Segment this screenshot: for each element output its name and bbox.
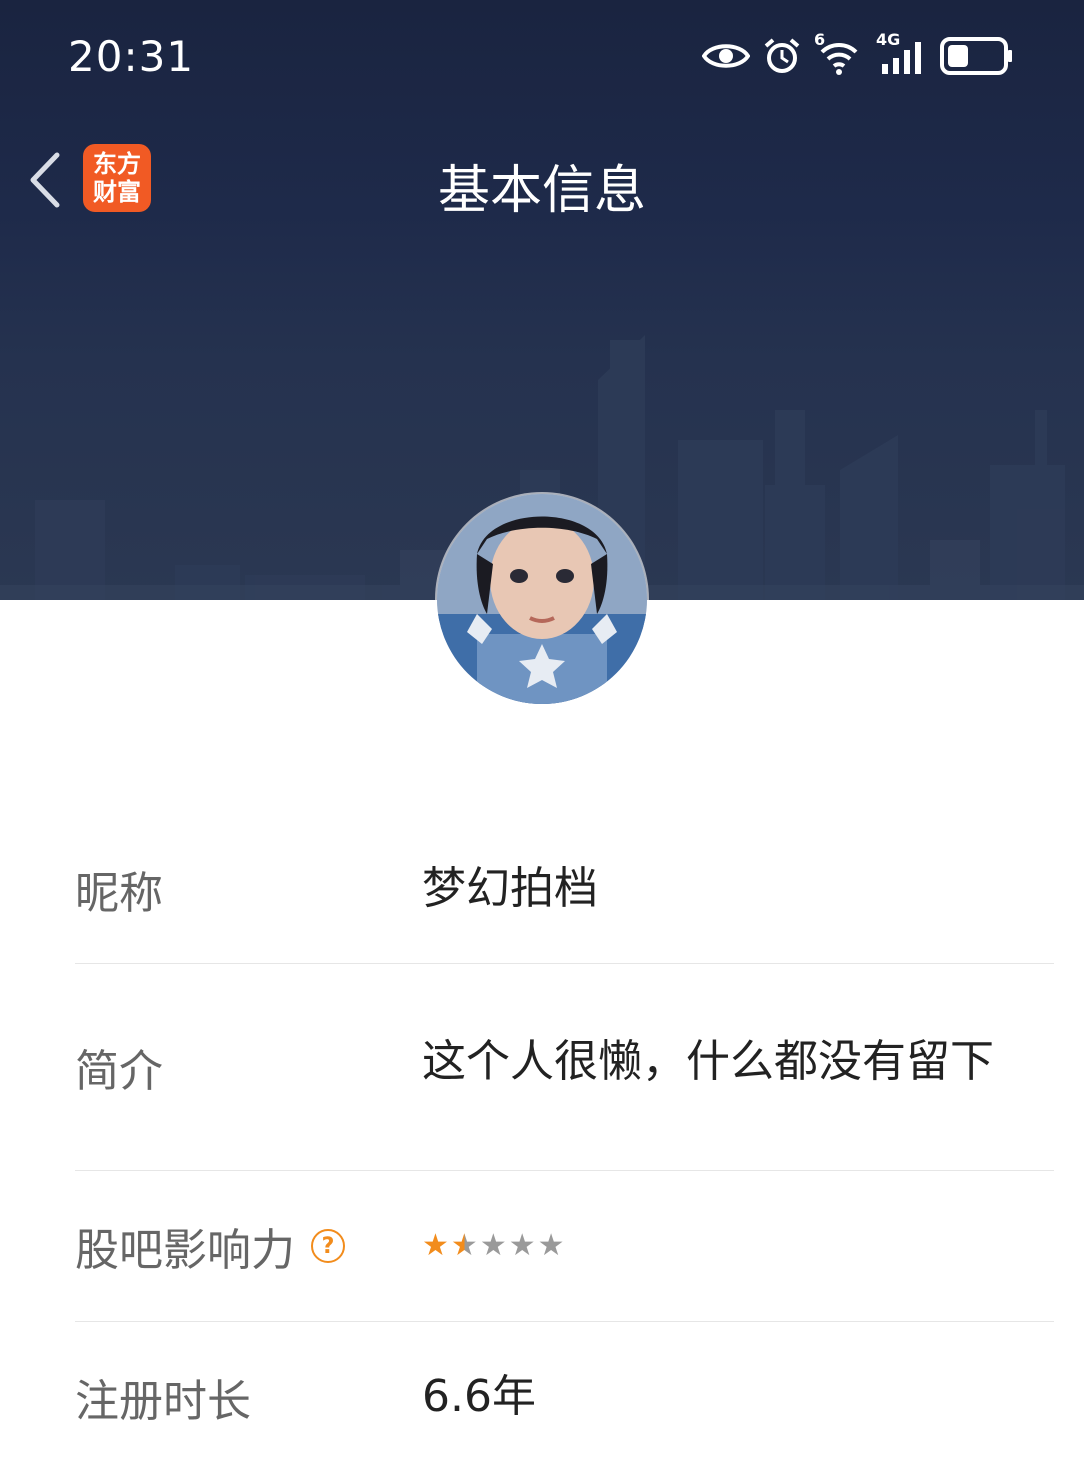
navigation-bar: 东方 财富 基本信息 [0,120,1084,240]
nickname-label: 昵称 [75,868,163,919]
wifi-indicator: 6 [814,30,864,76]
influence-rating: ★ ★ ★ ★ ★ [422,1231,1054,1261]
page-title: 基本信息 [437,161,646,221]
star-icon: ★ [508,1228,536,1263]
avatar[interactable] [437,494,647,704]
star-rating: ★ ★ ★ ★ ★ [422,1231,1054,1261]
bio-label: 简介 [75,1046,163,1097]
nickname-value: 梦幻拍档 [422,863,598,914]
star-icon: ★ [537,1228,565,1263]
influence-row: 股吧影响力 ? ★ ★ ★ ★ ★ [75,1171,1054,1322]
register-duration-label: 注册时长 [75,1376,251,1427]
bio-value: 这个人很懒，什么都没有留下 [422,1036,994,1087]
register-duration-value: 6.6年 [422,1371,536,1422]
wifi-icon [820,42,858,75]
battery-icon [940,37,1012,75]
influence-label-wrap: 股吧影响力 ? [75,1214,422,1278]
bio-row: 简介 这个人很懒，什么都没有留下 [75,964,1054,1171]
status-time: 20:31 [68,32,195,81]
star-icon: ★ [422,1228,449,1263]
status-icons: 6 4G [702,30,1014,78]
star-icon: ★ [450,1228,478,1263]
eye-icon [702,44,750,68]
influence-label: 股吧影响力 [75,1225,295,1276]
cellular-indicator: 4G [876,30,928,76]
help-icon[interactable]: ? [311,1229,345,1263]
cellular-4g-icon [882,42,921,74]
alarm-icon [764,38,800,73]
register-duration-row: 注册时长 6.6年 [75,1322,1054,1472]
avatar-image [437,494,647,704]
status-bar: 20:31 6 4G [0,0,1084,110]
star-icon: ★ [479,1228,507,1263]
profile-info-list: 昵称 梦幻拍档 简介 这个人很懒，什么都没有留下 股吧影响力 ? ★ ★ ★ ★ ★ 注… [75,815,1054,1472]
nickname-row: 昵称 梦幻拍档 [75,815,1054,964]
